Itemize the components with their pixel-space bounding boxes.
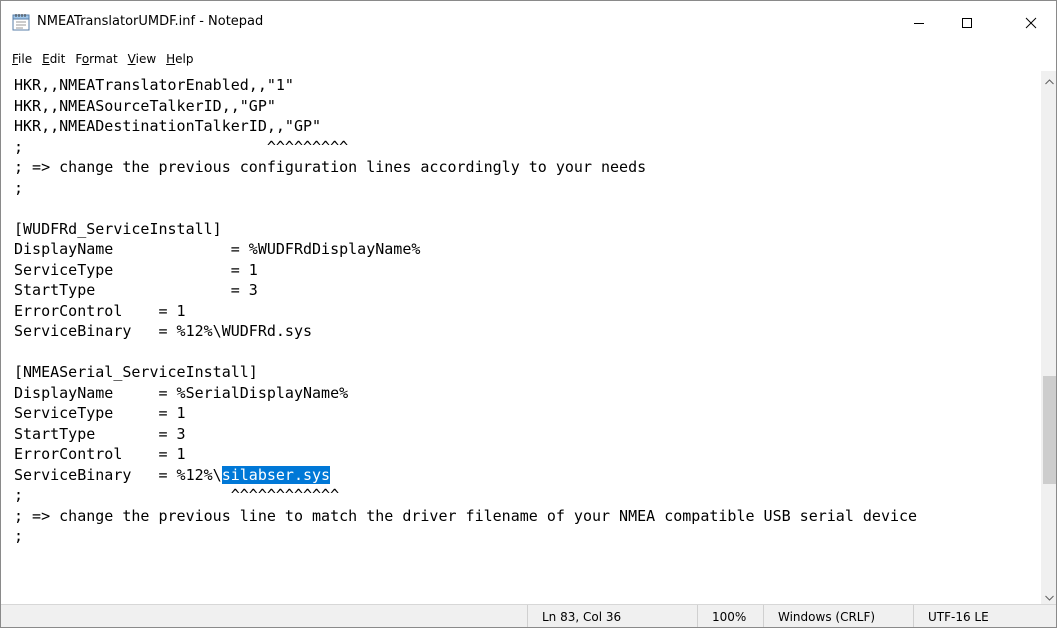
menu-view[interactable]: View (123, 50, 161, 68)
scroll-down-button[interactable] (1041, 586, 1056, 605)
close-button[interactable] (1008, 1, 1054, 45)
maximize-icon (961, 14, 973, 33)
menu-file[interactable]: File (7, 50, 37, 68)
notepad-icon[interactable] (11, 12, 31, 32)
minimize-button[interactable] (896, 1, 942, 45)
editor-text-before-selection: HKR,,NMEATranslatorEnabled,,"1" HKR,,NME… (14, 76, 647, 484)
menu-format[interactable]: Format (70, 50, 122, 68)
menu-edit-rest: dit (49, 52, 66, 66)
window-title: NMEATranslatorUMDF.inf - Notepad (37, 14, 264, 29)
status-zoom: 100% (697, 605, 763, 627)
notepad-window: NMEATranslatorUMDF.inf - Notepad File Ed… (0, 0, 1057, 628)
menu-edit[interactable]: Edit (37, 50, 70, 68)
chevron-down-icon (1045, 586, 1054, 605)
vertical-scrollbar[interactable] (1041, 70, 1056, 605)
scrollbar-thumb[interactable] (1043, 376, 1056, 484)
menu-help[interactable]: Help (161, 50, 198, 68)
editor-text-after-selection: ; ^^^^^^^^^^^^ ; => change the previous … (14, 486, 918, 545)
menu-bar: File Edit Format View Help (1, 49, 199, 69)
selected-text[interactable]: silabser.sys (221, 465, 331, 484)
menu-edit-accel: E (42, 52, 50, 66)
menu-file-rest: ile (18, 52, 33, 66)
menu-view-accel: V (127, 52, 136, 66)
status-line-ending: Windows (CRLF) (763, 605, 913, 627)
scroll-up-button[interactable] (1041, 70, 1056, 89)
text-editor[interactable]: HKR,,NMEATranslatorEnabled,,"1" HKR,,NME… (1, 71, 1042, 604)
menu-format-rest: rmat (89, 52, 118, 66)
chevron-up-icon (1045, 70, 1054, 89)
close-icon (1025, 14, 1037, 33)
maximize-button[interactable] (944, 1, 990, 45)
menu-help-rest: elp (175, 52, 194, 66)
menu-help-accel: H (166, 52, 176, 66)
editor-content[interactable]: HKR,,NMEATranslatorEnabled,,"1" HKR,,NME… (14, 75, 917, 547)
status-bar: Ln 83, Col 36 100% Windows (CRLF) UTF-16… (1, 604, 1056, 627)
title-bar[interactable]: NMEATranslatorUMDF.inf - Notepad (1, 1, 1056, 45)
minimize-icon (913, 14, 925, 33)
status-cursor-position: Ln 83, Col 36 (527, 605, 697, 627)
menu-view-rest: iew (135, 52, 157, 66)
status-encoding: UTF-16 LE (913, 605, 1056, 627)
